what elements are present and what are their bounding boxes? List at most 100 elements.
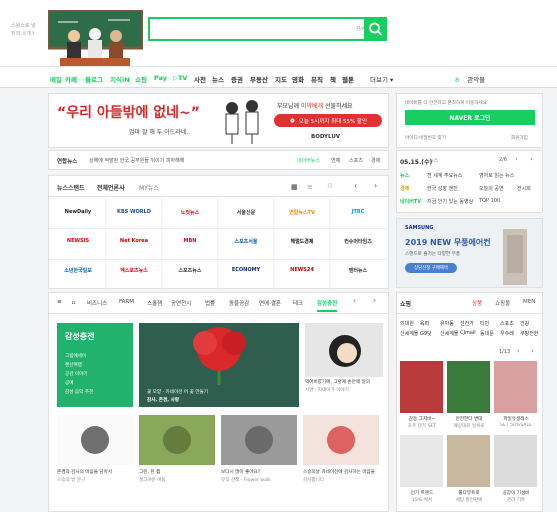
shopping-category[interactable]: 건강 <box>520 320 529 327</box>
list-view-icon[interactable]: ≡ <box>307 183 313 191</box>
feature-item[interactable]: 공예 <box>65 380 73 386</box>
media-logo[interactable]: 스포츠뉴스 <box>162 260 218 280</box>
nav-item-4[interactable]: 쇼핑 <box>135 74 147 84</box>
newsstand-my-tab[interactable]: MY뉴스 <box>139 183 159 192</box>
product-image[interactable] <box>400 435 443 487</box>
ticker-link-news[interactable]: 네이버뉴스 <box>297 157 320 164</box>
date-row-text-2[interactable]: 오늘의 공연 <box>479 185 504 192</box>
ticker-link-econ[interactable]: 경제 <box>371 157 380 164</box>
content-tab-9[interactable]: 테크 <box>293 299 303 307</box>
samsung-banner[interactable]: SAMSUNG 2019 NEW 무풍에어컨 스탠드로 즐기는 다양한 무풍 상… <box>396 218 543 288</box>
shopping-tab-men[interactable]: MEN <box>523 299 535 305</box>
nav-item-0[interactable]: 메일 <box>50 74 62 84</box>
date-row-text-2[interactable]: TOP 100 <box>479 198 500 204</box>
nav-item-1[interactable]: 카페 <box>65 74 77 84</box>
content-prev-icon[interactable]: ‹ <box>353 296 356 305</box>
find-id-link[interactable]: 아이디·비밀번호 찾기 <box>405 135 446 141</box>
content-tab-10[interactable]: 감성충전 <box>317 299 338 312</box>
banner-cta[interactable]: 상담신청 구매혜택 <box>405 263 457 273</box>
date-next-icon[interactable]: › <box>530 155 533 163</box>
content-caption[interactable]: 그린, 린 캠 <box>139 469 217 475</box>
content-tab-0[interactable]: ≡ <box>57 299 62 305</box>
content-next-icon[interactable]: › <box>373 296 376 305</box>
date-row-key[interactable]: 네이버TV <box>400 198 421 205</box>
ticker-link-sports[interactable]: 스포츠 <box>349 157 363 164</box>
header-logo-text[interactable]: 스윙스로 넣 뒤의 소개↑ <box>11 22 36 38</box>
content-tab-7[interactable]: 동물공감 <box>229 299 249 307</box>
product-image[interactable] <box>494 435 537 487</box>
ticker-source[interactable]: 연합뉴스 <box>57 157 77 165</box>
nav-item-10[interactable]: 부동산 <box>250 74 268 84</box>
feature-item[interactable]: 공감 이야기 <box>65 371 88 377</box>
media-logo[interactable]: MBN <box>162 231 218 251</box>
ticker-link-ent[interactable]: 연예 <box>331 157 340 164</box>
content-tab-6[interactable]: 법률 <box>205 299 215 307</box>
product-name[interactable]: 감동 그지바~ <box>400 416 444 422</box>
shopping-tab-product[interactable]: 상품 <box>472 299 482 307</box>
ticker-headline[interactable]: 상해에 적발된 한국 공무원들 뒤이기 피하해해 <box>89 157 289 164</box>
date-row-text[interactable]: 지금 인기 있는 동영상 <box>427 198 473 205</box>
search-input[interactable]: 한/A ▾ <box>148 17 387 41</box>
feature-item[interactable]: 감성 음악 추천 <box>65 389 93 395</box>
shopping-category[interactable]: 쿠팡전한 <box>520 330 538 337</box>
nav-item-13[interactable]: 뮤직 <box>311 74 323 84</box>
media-logo[interactable]: 헤럴드경제 <box>274 231 330 251</box>
nav-item-9[interactable]: 증권 <box>231 74 243 84</box>
product-image[interactable] <box>447 361 490 413</box>
date-row-text[interactable]: 한국 성장 엔진 <box>427 185 458 192</box>
media-logo[interactable]: 소년한국일보 <box>50 260 106 280</box>
product-name[interactable]: 인기 트렌드 <box>400 490 444 496</box>
shopping-category[interactable]: 스포츠 <box>500 320 514 327</box>
nav-item-3[interactable]: 지식iN <box>110 74 130 84</box>
content-thumb[interactable] <box>303 415 379 465</box>
date-row-text-2[interactable]: 영어로 읽는 뉴스 <box>479 172 514 179</box>
media-logo[interactable]: 서울신문 <box>218 202 274 222</box>
nav-item-7[interactable]: 사전 <box>194 74 206 84</box>
content-caption[interactable]: 보다시 많이 좋아요? <box>221 469 299 475</box>
nav-item-15[interactable]: 웹툰 <box>342 74 354 84</box>
date-row-text[interactable]: 전 세계 주요뉴스 <box>427 172 462 179</box>
nav-item-6[interactable]: ▷TV <box>173 74 187 82</box>
media-logo[interactable]: 노컷뉴스 <box>162 202 218 222</box>
shopping-category[interactable]: 신세계몰 <box>440 330 458 337</box>
content-tab-4[interactable]: 스쿨잼 <box>147 299 162 307</box>
settings-icon[interactable]: ⚙ <box>327 182 333 190</box>
date-row-key[interactable]: 경제 <box>400 185 409 192</box>
weather-widget[interactable]: 8 관악불 <box>455 74 485 84</box>
join-link[interactable]: 회원가입 <box>511 135 528 141</box>
media-logo[interactable]: NEWS24 <box>274 260 330 280</box>
shopping-category[interactable]: 유아동 <box>440 320 454 327</box>
ad-banner[interactable]: “우리 아들밖에 없네~” 엄마 잘 해 두 아드라네.. 부모님께 마약베개 … <box>48 93 389 148</box>
shopping-category[interactable]: CJmall <box>460 330 476 336</box>
content-tab-5[interactable]: 공연전시 <box>171 299 191 307</box>
shopping-category[interactable]: 우수레 <box>500 330 514 337</box>
feature-item[interactable]: 그림에세이 <box>65 353 86 359</box>
media-logo[interactable]: 컨슈머타임즈 <box>330 231 386 251</box>
login-button[interactable]: NAVER 로그인 <box>405 110 535 125</box>
media-logo[interactable]: KBS WORLD <box>106 202 162 222</box>
shopping-category[interactable]: 의대원 <box>400 320 414 327</box>
more-services-link[interactable]: 더보기 ▾ <box>370 74 393 84</box>
content-tab-2[interactable]: 비즈니스 <box>87 299 107 307</box>
date-row-key[interactable]: 뉴스 <box>400 172 409 179</box>
shopping-title[interactable]: 쇼핑 <box>400 299 411 308</box>
nav-item-5[interactable]: Pay <box>154 74 167 82</box>
newsstand-title[interactable]: 뉴스스탠드 <box>57 183 85 192</box>
shopping-tab-mall[interactable]: 쇼핑몰 <box>495 299 510 307</box>
nav-item-2[interactable]: 블로그 <box>85 74 103 84</box>
shopping-category[interactable]: 신세계몰 <box>400 330 418 337</box>
shop-prev-icon[interactable]: ‹ <box>517 347 520 355</box>
content-thumb[interactable] <box>57 415 133 465</box>
content-thumb[interactable] <box>221 415 297 465</box>
date-prev-icon[interactable]: ‹ <box>515 155 518 163</box>
newsstand-all-tab[interactable]: 전체언론사 <box>97 183 125 192</box>
side-feature[interactable]: 먹어버렸기에, 그렇게 손안에 일의 사연 · 자네야가 이야기 <box>305 323 383 407</box>
shopping-category[interactable]: 동대문 <box>480 330 494 337</box>
prev-arrow-icon[interactable]: ‹ <box>354 181 357 190</box>
nav-item-12[interactable]: 영화 <box>292 74 304 84</box>
feature-item[interactable]: 랜선여행 <box>65 362 82 368</box>
feature-card[interactable]: 감성충전 그림에세이 랜선여행 공감 이야기 공예 감성 음악 추천 <box>57 323 133 407</box>
content-caption[interactable]: 존경과 감사의 마음을 담아서 <box>57 469 135 475</box>
media-logo[interactable]: 엑스포츠뉴스 <box>106 260 162 280</box>
product-name[interactable]: 공장이 기성비 <box>494 490 538 496</box>
